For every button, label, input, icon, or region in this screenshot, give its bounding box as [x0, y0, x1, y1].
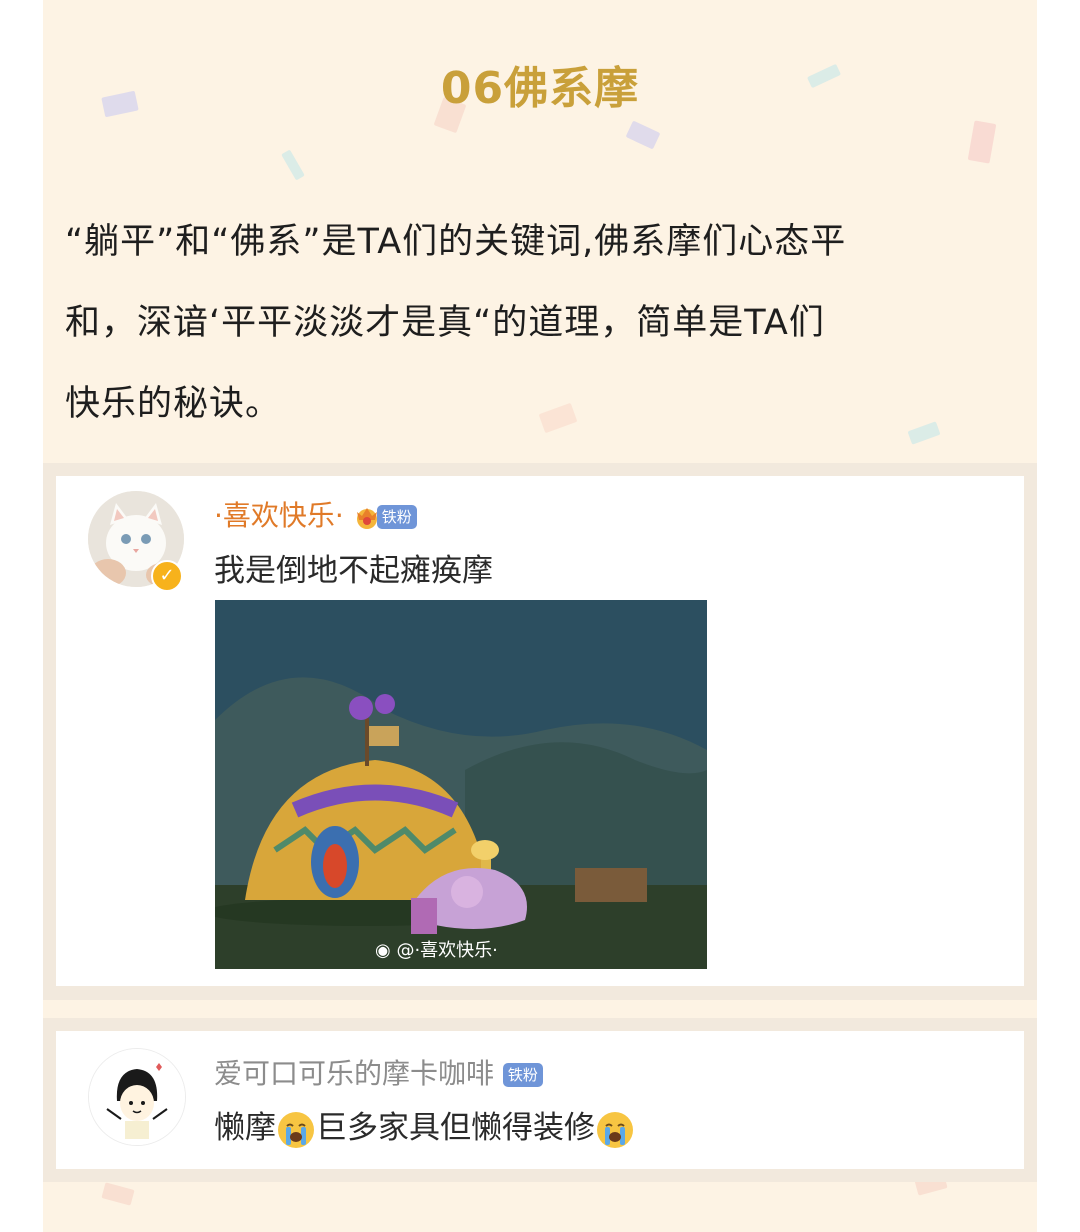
confetti-decoration [101, 1182, 135, 1206]
image-watermark: ◉ @·喜欢快乐· [375, 940, 498, 961]
weibo-icon: ◉ [375, 940, 391, 961]
confetti-decoration [281, 149, 305, 181]
crown-icon [353, 504, 381, 530]
confetti-decoration [625, 120, 661, 150]
comment-username[interactable]: 爱可口可乐的摩卡咖啡 铁粉 [214, 1052, 543, 1092]
comment-image[interactable]: ◉ @·喜欢快乐· [215, 600, 707, 969]
crying-face-icon [278, 1111, 314, 1148]
fan-badge: 铁粉 [376, 505, 417, 529]
comment-card-frame [43, 1018, 1037, 1182]
comment-text: 我是倒地不起瘫痪摩 [214, 553, 493, 589]
comment-text: 懒摩 巨多家具但懒得装修 [214, 1102, 635, 1148]
cartoon-girl-avatar[interactable] [88, 1048, 186, 1146]
paragraph-line: “躺平”和“佛系”是TA们的关键词,佛系摩们心态平 [65, 222, 847, 262]
section-title: 06佛系摩 [440, 63, 640, 114]
crying-face-icon [597, 1111, 633, 1148]
section-paragraph: “躺平”和“佛系”是TA们的关键词,佛系摩们心态平 和，深谙‘平平淡淡才是真“的… [65, 202, 1015, 445]
paragraph-line: 快乐的秘诀。 [65, 384, 282, 424]
paragraph-line: 和，深谙‘平平淡淡才是真“的道理，简单是TA们 [65, 303, 825, 343]
fan-badge: 铁粉 [502, 1063, 543, 1087]
confetti-decoration [967, 120, 997, 164]
comment-username[interactable]: ·喜欢快乐· 铁粉 [214, 494, 417, 534]
verified-icon: ✓ [151, 560, 183, 592]
